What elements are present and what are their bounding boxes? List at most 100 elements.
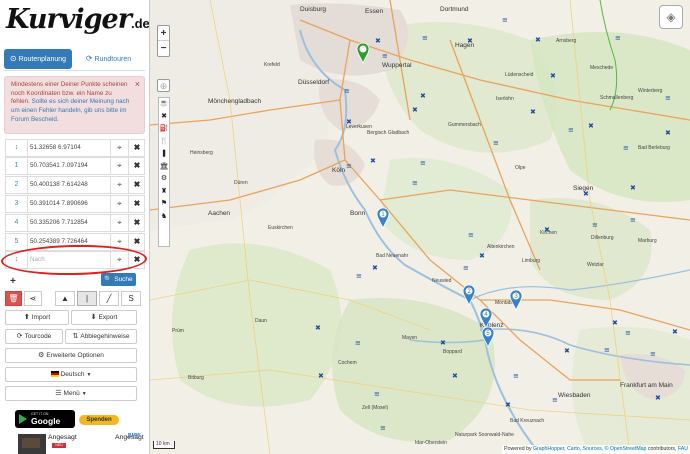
attribution-link[interactable]: FAU xyxy=(678,446,688,452)
tab-route-planning[interactable]: ⊙ Routenplanung xyxy=(4,49,72,69)
search-button[interactable]: 🔍 Suche xyxy=(101,273,136,286)
tourcode-button[interactable]: ⟳ Tourcode xyxy=(5,329,63,344)
waypoint-row: 1 ⌖✖ xyxy=(5,157,145,175)
code-icon: ⟳ xyxy=(16,333,23,340)
turn-instructions-button[interactable]: ⇅ Abbiegehinweise xyxy=(65,329,137,344)
locate-icon[interactable]: ⌖ xyxy=(110,177,128,193)
crosshair-icon[interactable]: ⊕ xyxy=(157,79,170,92)
loop-icon: ⟳ xyxy=(85,54,93,63)
city-label: Essen xyxy=(365,8,384,15)
delete-icon[interactable]: ✖ xyxy=(128,215,145,231)
city-label: Köln xyxy=(332,167,346,174)
scale-bar: 10 km xyxy=(153,441,175,449)
mode-curvy-button[interactable]: ╱ xyxy=(99,291,119,306)
poi-filter-icon[interactable]: 🍴 xyxy=(159,136,169,149)
signpost-icon: ⇅ xyxy=(72,333,79,340)
download-icon: ⬇ xyxy=(90,314,97,321)
attribution-link[interactable]: Sources xyxy=(583,446,602,452)
sidebar: Kurviger.de ⊙ Routenplanung ⟳ Rundtouren M… xyxy=(0,0,150,454)
drag-handle-icon[interactable]: ↕ xyxy=(6,252,28,268)
trash-icon[interactable]: 🗑 xyxy=(5,291,22,306)
attribution-link[interactable]: Carto xyxy=(567,446,580,452)
city-label: Bad Berleburg xyxy=(638,145,670,151)
tab-round-trips[interactable]: ⟳ Rundtouren xyxy=(76,49,141,69)
poi-filter-icon[interactable]: ⚙ xyxy=(159,173,169,186)
waypoint-destination: ↕ ⌖ ✖ xyxy=(5,251,145,269)
delete-icon[interactable]: ✖ xyxy=(128,177,145,193)
waypoint-number[interactable]: 4 xyxy=(6,215,28,231)
poi-filter-icon[interactable]: ⚑ xyxy=(159,198,169,211)
waypoint-number[interactable]: 1 xyxy=(6,158,28,174)
city-label: Gummersbach xyxy=(448,122,481,128)
poi-filter-icon[interactable]: ☕ xyxy=(159,98,169,111)
donate-button[interactable]: Spenden xyxy=(79,415,119,425)
destination-input[interactable] xyxy=(30,252,110,268)
locate-icon[interactable]: ⌖ xyxy=(110,158,128,174)
share-icon[interactable]: ⋖ xyxy=(24,291,42,306)
caret-down-icon: ▼ xyxy=(86,372,92,378)
poi-filter-icon[interactable]: ♞ xyxy=(159,211,169,224)
banner-thumbnail[interactable] xyxy=(18,434,46,454)
poi-filter-icon[interactable]: 🏛 xyxy=(159,161,169,174)
layers-icon[interactable]: ◈ xyxy=(659,5,683,29)
add-waypoint-button[interactable]: + xyxy=(10,276,16,287)
mode-mountain-button[interactable]: ▲ xyxy=(55,291,75,306)
city-label: Winterberg xyxy=(638,88,663,94)
export-button[interactable]: ⬇ Export xyxy=(71,310,137,325)
city-label: Bergisch Gladbach xyxy=(367,130,410,136)
waypoint-row: ↕ ⌖✖ xyxy=(5,139,145,157)
delete-icon[interactable]: ✖ xyxy=(128,140,145,156)
delete-icon[interactable]: ✖ xyxy=(128,196,145,212)
kurviger-logo[interactable]: Kurviger.de xyxy=(6,4,149,35)
close-icon[interactable]: × xyxy=(135,80,140,89)
locate-icon[interactable]: ⌖ xyxy=(110,215,128,231)
google-play-badge[interactable]: GET IT ON Google Play xyxy=(15,410,75,436)
waypoint-input[interactable] xyxy=(30,140,110,156)
waypoint-input[interactable] xyxy=(30,158,110,174)
city-label: Leverkusen xyxy=(346,124,372,130)
attribution-link[interactable]: GraphHopper xyxy=(533,446,564,452)
language-select[interactable]: Deutsch ▼ xyxy=(5,367,137,382)
mode-extra-curvy-button[interactable]: S xyxy=(121,291,141,306)
menu-button[interactable]: ☰ Menü ▼ xyxy=(5,386,137,401)
attribution-link[interactable]: © OpenStreetMap xyxy=(605,446,647,452)
mode-straight-button[interactable]: | xyxy=(77,291,97,306)
waypoint-input[interactable] xyxy=(30,177,110,193)
waypoint-row: 4 ⌖✖ xyxy=(5,214,145,232)
delete-icon[interactable]: ✖ xyxy=(128,158,145,174)
poi-filter-icon[interactable]: ⛽ xyxy=(159,123,169,136)
delete-icon[interactable]: ✖ xyxy=(128,234,145,250)
map-view[interactable]: Duisburg Essen Dortmund Hagen Düsseldorf Wupp… xyxy=(150,0,690,454)
zoom-control: + − xyxy=(157,25,170,57)
upload-icon: ⬆ xyxy=(23,314,30,321)
waypoint-input[interactable] xyxy=(30,196,110,212)
poi-filter-icon[interactable]: ✖ xyxy=(159,111,169,124)
waypoint-input[interactable] xyxy=(30,234,110,250)
advanced-options-button[interactable]: ⚙ Erweiterte Optionen xyxy=(5,348,137,363)
city-label: Bad Neuenahr xyxy=(376,253,409,259)
import-button[interactable]: ⬆ Import xyxy=(5,310,69,325)
waypoint-number[interactable]: 5 xyxy=(6,234,28,250)
waypoint-number[interactable]: 3 xyxy=(6,196,28,212)
search-icon: 🔍 xyxy=(104,276,113,283)
banner-label[interactable]: Angesagt xyxy=(48,434,77,441)
locate-icon[interactable]: ⌖ xyxy=(110,196,128,212)
delete-icon[interactable]: ✖ xyxy=(128,252,145,268)
city-label: Boppard xyxy=(443,349,462,355)
city-label: Meschede xyxy=(590,65,614,71)
drag-handle-icon[interactable]: ↕ xyxy=(6,140,28,156)
zoom-out-button[interactable]: − xyxy=(158,41,169,56)
locate-icon[interactable]: ⌖ xyxy=(110,234,128,250)
city-label: Naturpark Soonwald-Nahe xyxy=(455,432,514,438)
city-label: Heinsberg xyxy=(190,150,213,156)
bmw-logo: BMW xyxy=(128,433,141,439)
locate-icon[interactable]: ⌖ xyxy=(110,252,128,268)
poi-filter-icon[interactable]: ❚ xyxy=(159,148,169,161)
waypoint-number[interactable]: 2 xyxy=(6,177,28,193)
city-label: Cochem xyxy=(338,360,357,366)
waypoint-input[interactable] xyxy=(30,215,110,231)
zoom-in-button[interactable]: + xyxy=(158,26,169,41)
german-flag-icon xyxy=(50,371,59,377)
poi-filter-icon[interactable]: ♜ xyxy=(159,186,169,199)
locate-icon[interactable]: ⌖ xyxy=(110,140,128,156)
